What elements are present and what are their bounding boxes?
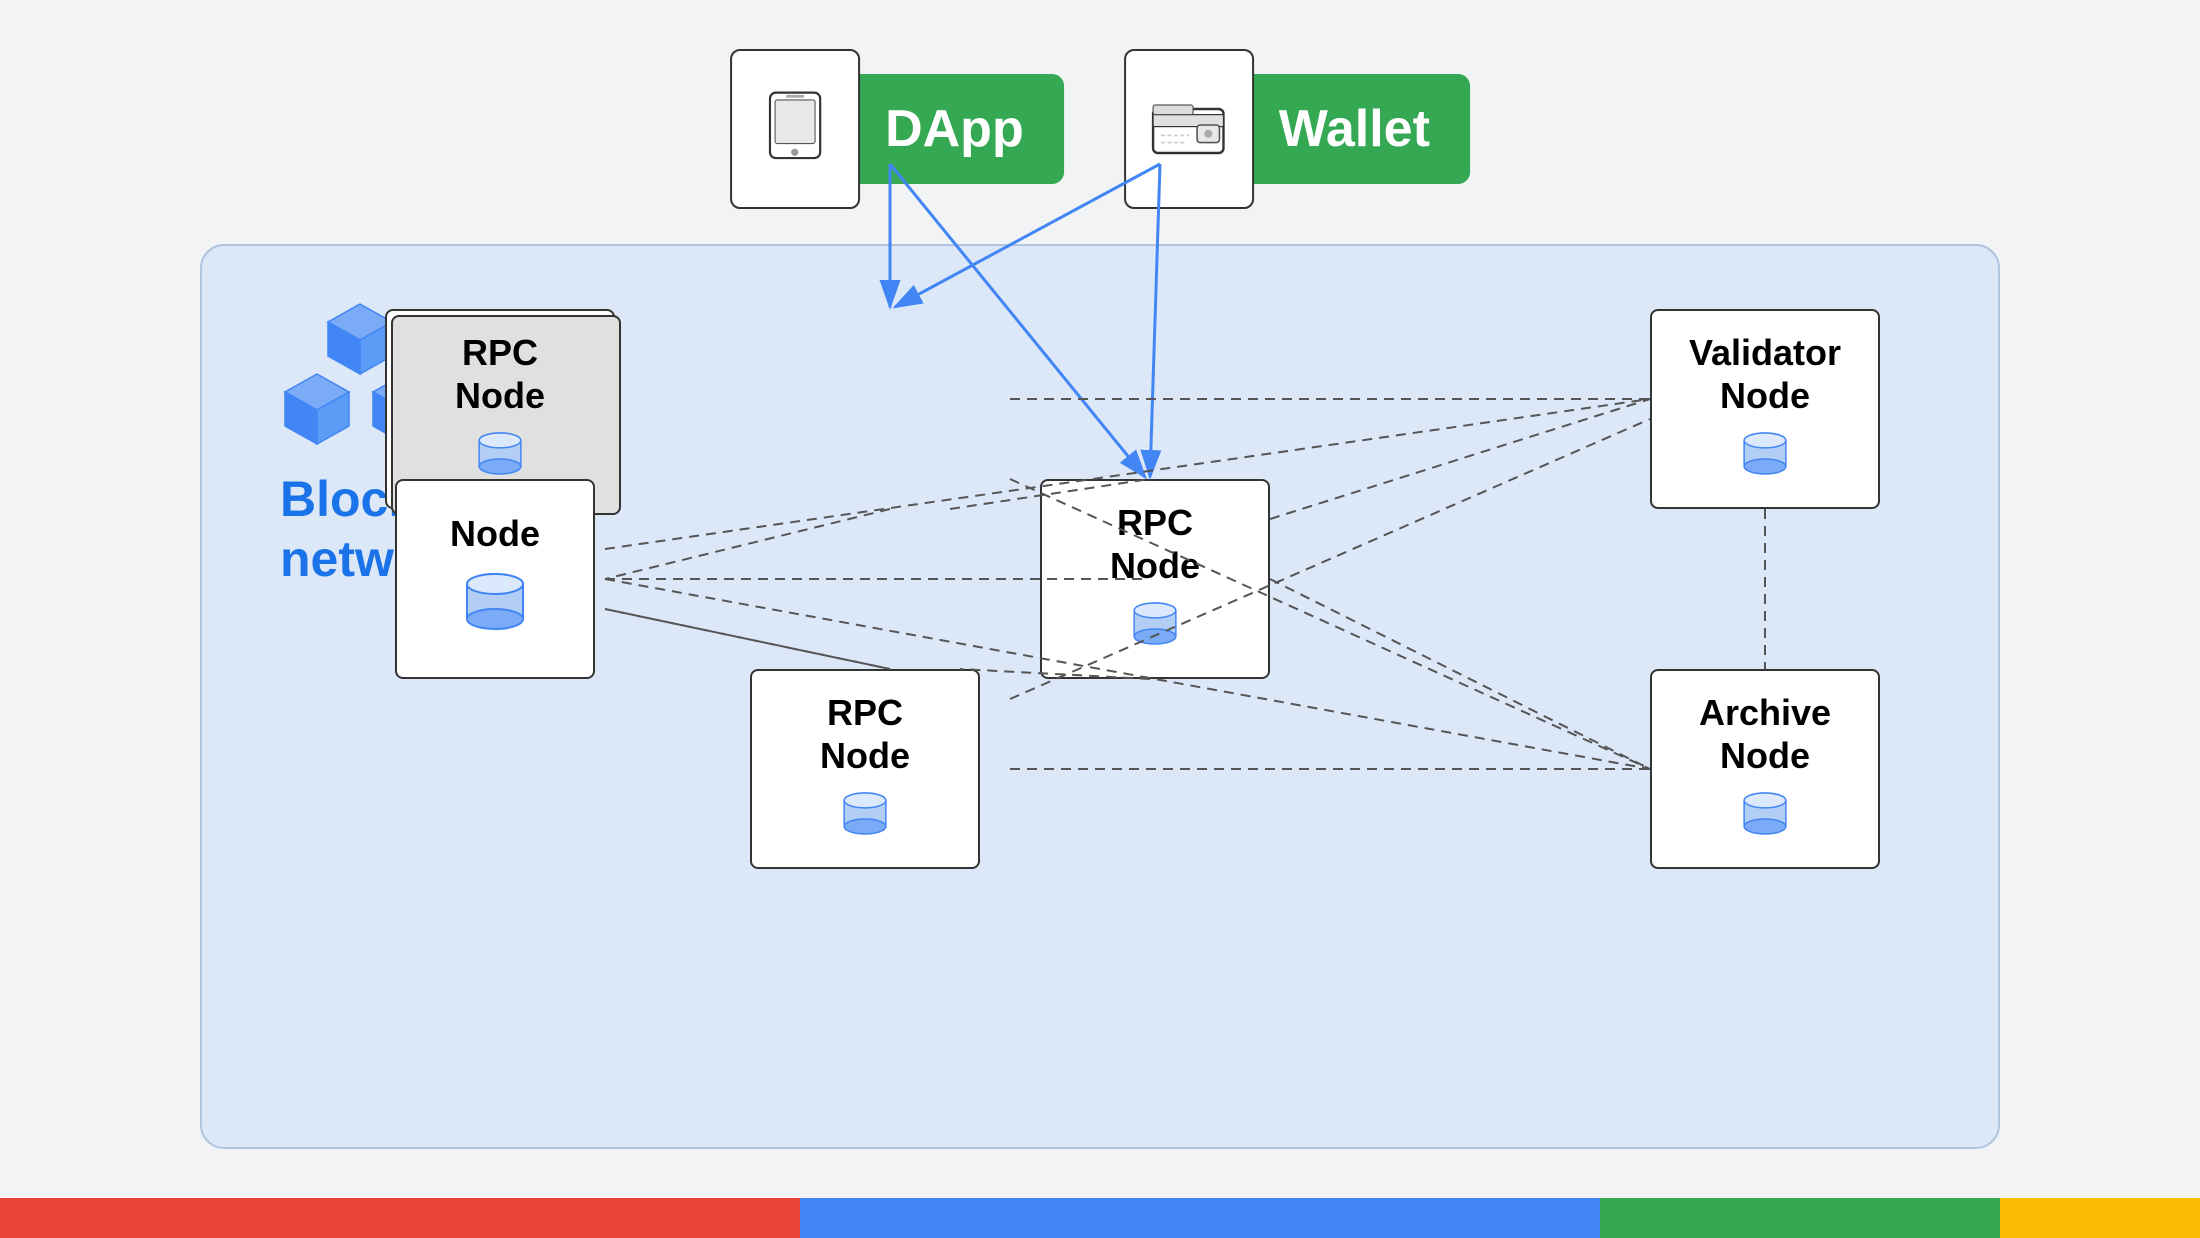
diagram-container: Blockchain network DApp [200, 49, 2000, 1149]
rpc-node-bottom-title: RPCNode [820, 691, 910, 777]
db-icon-4 [455, 566, 535, 646]
bottom-bar [0, 1198, 2200, 1238]
wallet-component: Wallet [1124, 49, 1470, 209]
rpc-node-bottom: RPCNode [750, 669, 980, 869]
dapp-component: DApp [730, 49, 1064, 209]
bar-green [1600, 1198, 2000, 1238]
top-components: DApp [730, 49, 1470, 209]
db-icon-3 [825, 787, 905, 847]
archive-node: ArchiveNode [1650, 669, 1880, 869]
validator-node-title: ValidatorNode [1689, 331, 1841, 417]
dapp-icon [730, 49, 860, 209]
rpc-node-middle-title: RPCNode [1110, 501, 1200, 587]
rpc-node-middle: RPCNode [1040, 479, 1270, 679]
wallet-label: Wallet [1239, 74, 1470, 184]
db-icon-2 [1115, 597, 1195, 657]
archive-node-title: ArchiveNode [1699, 691, 1831, 777]
rpc-node-top-title: RPCNode [455, 331, 545, 417]
validator-node: ValidatorNode [1650, 309, 1880, 509]
bar-red [0, 1198, 800, 1238]
db-icon-5 [1725, 427, 1805, 487]
bar-blue [800, 1198, 1600, 1238]
main-content: Blockchain network DApp [0, 0, 2200, 1198]
wallet-icon [1124, 49, 1254, 209]
db-icon-6 [1725, 787, 1805, 847]
node-plain-title: Node [450, 512, 540, 555]
bar-yellow [2000, 1198, 2200, 1238]
dapp-label: DApp [845, 74, 1064, 184]
node-plain: Node [395, 479, 595, 679]
